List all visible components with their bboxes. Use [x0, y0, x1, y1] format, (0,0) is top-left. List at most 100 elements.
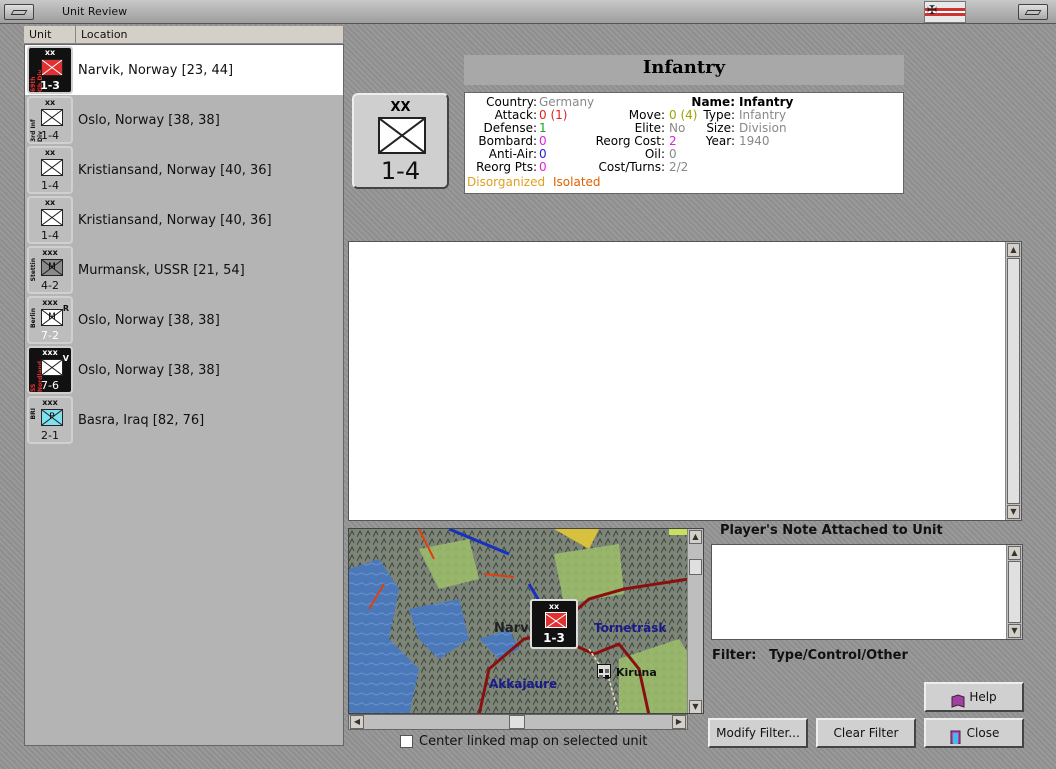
unit-type-letter: P [49, 412, 55, 422]
scroll-thumb[interactable] [1008, 561, 1021, 623]
unit-list-row[interactable]: xx 1-4 Kristiansand, Norway [40, 36] [25, 195, 343, 245]
unit-strength-value: 7-6 [41, 379, 59, 392]
map-label-akkajaure: Akkajaure [489, 677, 558, 691]
title-bar: Unit Review ✠ [0, 0, 1056, 24]
scroll-up-icon[interactable]: ▲ [689, 530, 702, 544]
unit-strength-value: 4-2 [41, 279, 59, 292]
filter-value: Type/Control/Other [769, 648, 908, 663]
unit-stats-panel: Country: Germany Attack: 0 (1) Defense: … [464, 92, 904, 194]
unit-list-row[interactable]: xxx SS Nordland V 7-6 Oslo, Norway [38, 38] [25, 345, 343, 395]
help-button[interactable]: Help [924, 682, 1024, 712]
unit-location: Kristiansand, Norway [40, 36] [78, 163, 272, 178]
unit-symbol-icon [41, 159, 63, 176]
help-book-icon [951, 691, 965, 708]
unit-symbol-icon [41, 359, 63, 376]
unit-symbol-icon [41, 59, 63, 76]
note-scrollbar[interactable]: ▲ ▼ [1006, 545, 1022, 639]
column-header-location[interactable]: Location [76, 26, 344, 44]
status-isolated: Isolated [553, 175, 601, 189]
window-title: Unit Review [62, 5, 128, 18]
stat-label: Cost/Turns: [598, 160, 665, 174]
modify-filter-button[interactable]: Modify Filter... [708, 718, 808, 748]
linked-map[interactable]: Narvik Torneträsk Akkajaure Kiruna xx 1-… [348, 528, 704, 714]
unit-list[interactable]: xx 69th Gb.Div 1-3 Narvik, Norway [23, 44] x… [24, 44, 344, 746]
center-map-checkbox[interactable] [400, 735, 413, 748]
unit-list-row[interactable]: xxx Berlin R M 7-2 Oslo, Norway [38, 38] [25, 295, 343, 345]
player-note-field[interactable]: ▲ ▼ [711, 544, 1023, 640]
scroll-down-icon[interactable]: ▼ [1008, 624, 1021, 638]
unit-size-label: xxx [42, 248, 58, 257]
unit-strength-value: 1-4 [380, 157, 421, 185]
help-button-label: Help [969, 690, 997, 704]
unit-strength-value: 1-4 [41, 229, 59, 242]
unit-symbol-icon: P [41, 409, 63, 426]
unit-size-label: xx [44, 148, 56, 157]
unit-size-label: xx [44, 48, 56, 57]
unit-formation-label: Berlin [30, 308, 37, 328]
unit-location: Basra, Iraq [82, 76] [78, 413, 205, 428]
unit-size-label: xx [44, 98, 56, 107]
scroll-down-icon[interactable]: ▼ [1007, 505, 1020, 519]
unit-counter: xxx Stettin M 4-2 [27, 246, 73, 294]
unit-strength-value: 1-3 [40, 79, 60, 92]
unit-list-row[interactable]: xx 3rd Inf Div 1-4 Oslo, Norway [38, 38] [25, 95, 343, 145]
note-heading: Player's Note Attached to Unit [720, 523, 943, 538]
close-button[interactable]: Close [924, 718, 1024, 748]
unit-list-row[interactable]: xxx Stettin M 4-2 Murmansk, USSR [21, 54] [25, 245, 343, 295]
unit-location: Oslo, Norway [38, 38] [78, 313, 220, 328]
description-scrollbar[interactable]: ▲ ▼ [1005, 242, 1021, 520]
scroll-thumb[interactable] [689, 559, 702, 575]
unit-counter: xx 69th Gb.Div 1-3 [27, 46, 73, 94]
unit-list-row[interactable]: xx 1-4 Kristiansand, Norway [40, 36] [25, 145, 343, 195]
unit-size-label: xxx [42, 398, 58, 407]
door-icon [949, 727, 963, 744]
center-map-label: Center linked map on selected unit [419, 734, 648, 749]
map-unit-value: 1-3 [543, 631, 565, 645]
scroll-up-icon[interactable]: ▲ [1008, 546, 1021, 560]
unit-counter: xx 1-4 [27, 146, 73, 194]
window-control-button[interactable] [1018, 4, 1048, 20]
unit-symbol-icon: M [41, 259, 63, 276]
unit-list-row[interactable]: xxx BRI P 2-1 Basra, Iraq [82, 76] [25, 395, 343, 445]
clear-filter-button[interactable]: Clear Filter [816, 718, 916, 748]
scroll-left-icon[interactable]: ◀ [350, 715, 364, 729]
unit-location: Oslo, Norway [38, 38] [78, 113, 220, 128]
map-unit-size: xx [548, 602, 560, 611]
unit-strength-value: 1-4 [41, 179, 59, 192]
scroll-right-icon[interactable]: ▶ [672, 715, 686, 729]
unit-tag-label: V [62, 354, 69, 363]
stat-year: 1940 [739, 134, 770, 148]
stat-label: Year: [705, 134, 735, 148]
city-icon [597, 664, 611, 679]
unit-type-title: Infantry [464, 55, 904, 85]
unit-counter-large: XX 1-4 [352, 93, 449, 189]
unit-counter: xxx Berlin R M 7-2 [27, 296, 73, 344]
unit-counter: xx 1-4 [27, 196, 73, 244]
scroll-up-icon[interactable]: ▲ [1007, 243, 1020, 257]
infantry-symbol-icon [378, 117, 426, 154]
stat-label: Reorg Pts: [476, 160, 537, 174]
unit-strength-value: 1-4 [41, 129, 59, 142]
unit-counter: xx 3rd Inf Div 1-4 [27, 96, 73, 144]
stat-cost-turns: 2/2 [669, 160, 689, 174]
unit-symbol-icon: M [41, 309, 63, 326]
map-unit-counter[interactable]: xx 1-3 [530, 599, 578, 649]
column-header-unit[interactable]: Unit [24, 26, 76, 44]
close-button-label: Close [966, 726, 1000, 740]
map-vertical-scrollbar[interactable]: ▲ ▼ [687, 529, 703, 713]
unit-list-row[interactable]: xx 69th Gb.Div 1-3 Narvik, Norway [23, 44] [25, 45, 343, 95]
status-disorganized: Disorganized [467, 175, 546, 189]
unit-location: Murmansk, USSR [21, 54] [78, 263, 245, 278]
map-label-tornetrask: Torneträsk [594, 621, 667, 635]
scroll-down-icon[interactable]: ▼ [689, 700, 702, 713]
map-horizontal-scrollbar[interactable]: ◀ ▶ [348, 714, 688, 730]
scroll-thumb[interactable] [1007, 258, 1020, 504]
unit-type-letter: M [48, 312, 56, 322]
system-menu-button[interactable] [4, 4, 34, 20]
scroll-thumb[interactable] [509, 715, 525, 729]
unit-description-area[interactable]: ▲ ▼ [348, 241, 1022, 521]
nation-flag-icon: ✠ [924, 1, 966, 23]
unit-location: Kristiansand, Norway [40, 36] [78, 213, 272, 228]
unit-strength-value: 7-2 [41, 329, 59, 342]
unit-tag-label: R [62, 304, 69, 313]
